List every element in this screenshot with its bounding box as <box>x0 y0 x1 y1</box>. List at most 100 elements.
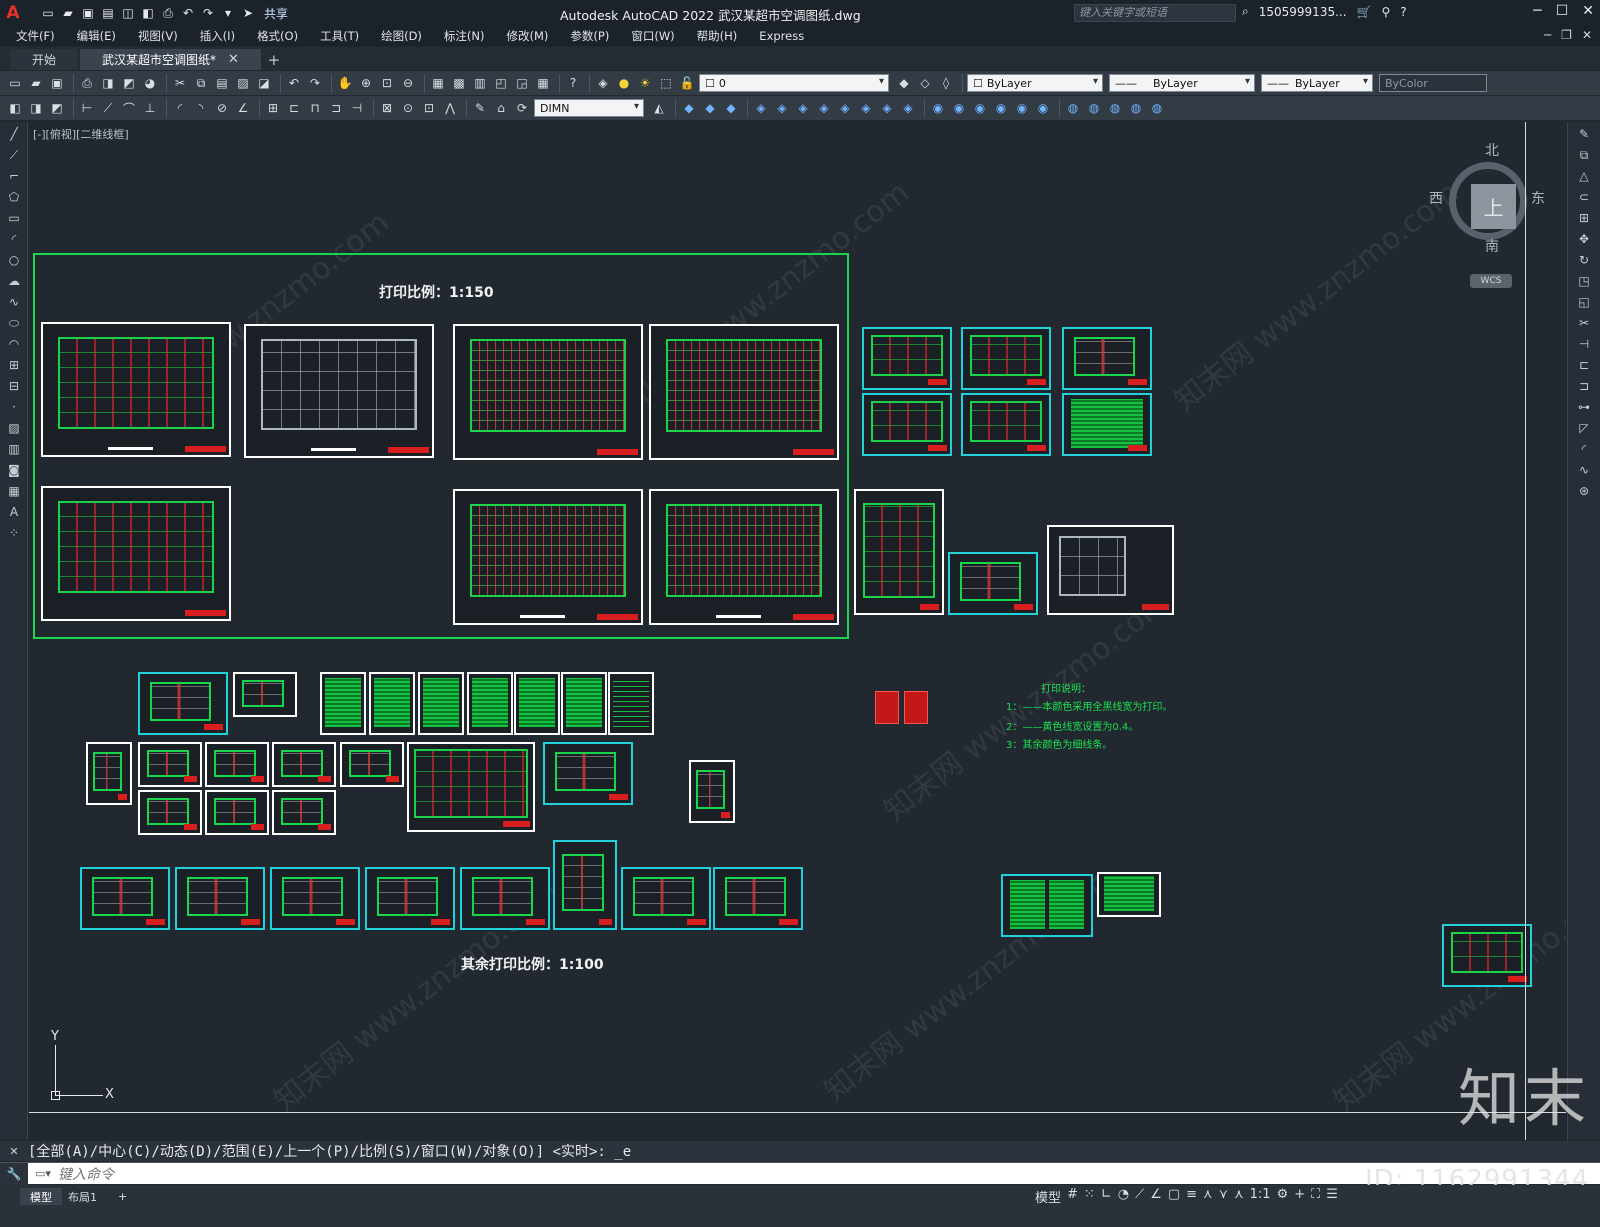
close-icon[interactable]: ✕ <box>1582 3 1594 19</box>
publish-icon[interactable]: ◩ <box>120 74 138 92</box>
light-bulb-icon[interactable]: ● <box>615 74 633 92</box>
tool-d-icon[interactable]: ◈ <box>752 99 770 117</box>
lineweight-icon[interactable]: ≡ <box>1186 1187 1197 1206</box>
block-editor-icon[interactable]: ◪ <box>255 74 273 92</box>
share-icon[interactable]: ➤ <box>240 5 256 21</box>
ellipse-icon[interactable]: ⬭ <box>5 314 23 332</box>
gradient-icon[interactable]: ▥ <box>5 440 23 458</box>
tool-p-icon[interactable]: ◉ <box>1013 99 1031 117</box>
tool-c-icon[interactable]: ◆ <box>722 99 740 117</box>
close-tab-icon[interactable]: ✕ <box>228 52 239 67</box>
polyline-icon[interactable]: ⌐ <box>5 167 23 185</box>
properties-icon[interactable]: ▦ <box>429 74 447 92</box>
tool-i-icon[interactable]: ◈ <box>857 99 875 117</box>
add-layout-icon[interactable]: + <box>108 1188 137 1205</box>
layer-properties-icon[interactable]: ◈ <box>594 74 612 92</box>
customize-icon[interactable]: 🔧 <box>0 1162 28 1185</box>
menu-dimension[interactable]: 标注(N) <box>444 28 485 44</box>
line-icon[interactable]: ╱ <box>5 125 23 143</box>
explode-icon[interactable]: ⊛ <box>1575 482 1593 500</box>
offset-icon[interactable]: ⊂ <box>1575 188 1593 206</box>
break-icon[interactable]: ⊐ <box>1575 377 1593 395</box>
tool-r-icon[interactable]: ◍ <box>1064 99 1082 117</box>
polygon-icon[interactable]: ⬠ <box>5 188 23 206</box>
drawing-area[interactable]: [-][俯视][二维线框] 知末网 www.znzmo.com 知末网 www.… <box>29 122 1566 1140</box>
zoom-realtime-icon[interactable]: ⊕ <box>357 74 375 92</box>
compass-east[interactable]: 东 <box>1531 188 1545 208</box>
table-style-icon[interactable]: ◩ <box>48 99 66 117</box>
rotate-icon[interactable]: ↻ <box>1575 251 1593 269</box>
chamfer-icon[interactable]: ◸ <box>1575 419 1593 437</box>
viewport-freeze-icon[interactable]: ⬚ <box>657 74 675 92</box>
3d-print-icon[interactable]: ◕ <box>141 74 159 92</box>
snap-icon[interactable]: ⁙ <box>1084 1187 1095 1206</box>
design-center-icon[interactable]: ▩ <box>450 74 468 92</box>
grid-icon[interactable]: # <box>1067 1187 1078 1206</box>
doc-close-icon[interactable]: ✕ <box>1582 28 1592 42</box>
ordinate-dim-icon[interactable]: ⊥ <box>141 99 159 117</box>
annotation-visibility-icon[interactable]: ⋏ <box>1203 1187 1213 1206</box>
layer-select[interactable]: ☐ 0 <box>699 74 889 92</box>
extend-icon[interactable]: ⊣ <box>1575 335 1593 353</box>
layer-previous-icon[interactable]: ◇ <box>916 74 934 92</box>
dim-break-icon[interactable]: ⊣ <box>348 99 366 117</box>
wcs-menu[interactable]: WCS <box>1470 274 1512 288</box>
aligned-dim-icon[interactable]: ⟋ <box>99 99 117 117</box>
compass-west[interactable]: 西 <box>1429 188 1443 208</box>
open-icon[interactable]: ▰ <box>27 74 45 92</box>
menu-draw[interactable]: 绘图(D) <box>381 28 422 44</box>
tool-q-icon[interactable]: ◉ <box>1034 99 1052 117</box>
plot-icon[interactable]: ⎙ <box>160 5 176 21</box>
arc-icon[interactable]: ◜ <box>5 230 23 248</box>
zoom-previous-icon[interactable]: ⊖ <box>399 74 417 92</box>
tool-v-icon[interactable]: ◍ <box>1148 99 1166 117</box>
object-snap-tracking-icon[interactable]: ∠ <box>1150 1187 1162 1206</box>
units-icon[interactable]: ⛶ <box>1311 1187 1320 1206</box>
tool-m-icon[interactable]: ◉ <box>950 99 968 117</box>
save-icon[interactable]: ▣ <box>48 74 66 92</box>
minimize-icon[interactable]: ─ <box>1533 3 1541 19</box>
hatch-icon[interactable]: ▨ <box>5 419 23 437</box>
menu-view[interactable]: 视图(V) <box>138 28 178 44</box>
sheet-set-icon[interactable]: ◰ <box>492 74 510 92</box>
break-at-point-icon[interactable]: ⊏ <box>1575 356 1593 374</box>
autoscale-icon[interactable]: ⋎ <box>1219 1187 1229 1206</box>
compass-south[interactable]: 南 <box>1485 236 1499 256</box>
mirror-icon[interactable]: △ <box>1575 167 1593 185</box>
settings-icon[interactable]: ⚙ <box>1277 1187 1289 1206</box>
model-space-label[interactable]: 模型 <box>1035 1187 1061 1206</box>
preview-icon[interactable]: ◨ <box>99 74 117 92</box>
redo-icon[interactable]: ↷ <box>200 5 216 21</box>
angular-dim-icon[interactable]: ∠ <box>234 99 252 117</box>
tool-g-icon[interactable]: ◈ <box>815 99 833 117</box>
tool-a-icon[interactable]: ◆ <box>680 99 698 117</box>
undo-icon[interactable]: ↶ <box>180 5 196 21</box>
stretch-icon[interactable]: ◱ <box>1575 293 1593 311</box>
share-label[interactable]: 共享 <box>264 5 288 22</box>
tool-u-icon[interactable]: ◍ <box>1127 99 1145 117</box>
cart-icon[interactable]: 🛒 <box>1357 5 1372 19</box>
menu-help[interactable]: 帮助(H) <box>697 28 738 44</box>
dim-update-icon[interactable]: ⟳ <box>513 99 531 117</box>
command-input[interactable] <box>58 1165 1258 1182</box>
color-select[interactable]: ☐ ByLayer <box>967 74 1103 92</box>
pan-icon[interactable]: ✋ <box>336 74 354 92</box>
mtext-icon[interactable]: A <box>5 503 23 521</box>
save-as-icon[interactable]: ▤ <box>100 5 116 21</box>
add-selected-icon[interactable]: ⁘ <box>5 524 23 542</box>
inspection-icon[interactable]: ⊡ <box>420 99 438 117</box>
menu-insert[interactable]: 插入(I) <box>200 28 235 44</box>
tool-j-icon[interactable]: ◈ <box>878 99 896 117</box>
fillet-icon[interactable]: ◜ <box>1575 440 1593 458</box>
maximize-icon[interactable]: ☐ <box>1556 3 1569 19</box>
close-command-icon[interactable]: ✕ <box>0 1145 28 1158</box>
tab-drawing[interactable]: 武汉某超市空调图纸* ✕ <box>80 49 261 70</box>
new-icon[interactable]: ▭ <box>6 74 24 92</box>
recent-commands-icon[interactable]: ▭▾ <box>28 1163 58 1185</box>
array-icon[interactable]: ⊞ <box>1575 209 1593 227</box>
jogged-linear-icon[interactable]: ⋀ <box>441 99 459 117</box>
isometric-icon[interactable]: ⟋ <box>1135 1187 1144 1206</box>
help-icon[interactable]: ? <box>564 74 582 92</box>
trim-icon[interactable]: ✂ <box>1575 314 1593 332</box>
doc-minimize-icon[interactable]: ─ <box>1544 28 1551 42</box>
